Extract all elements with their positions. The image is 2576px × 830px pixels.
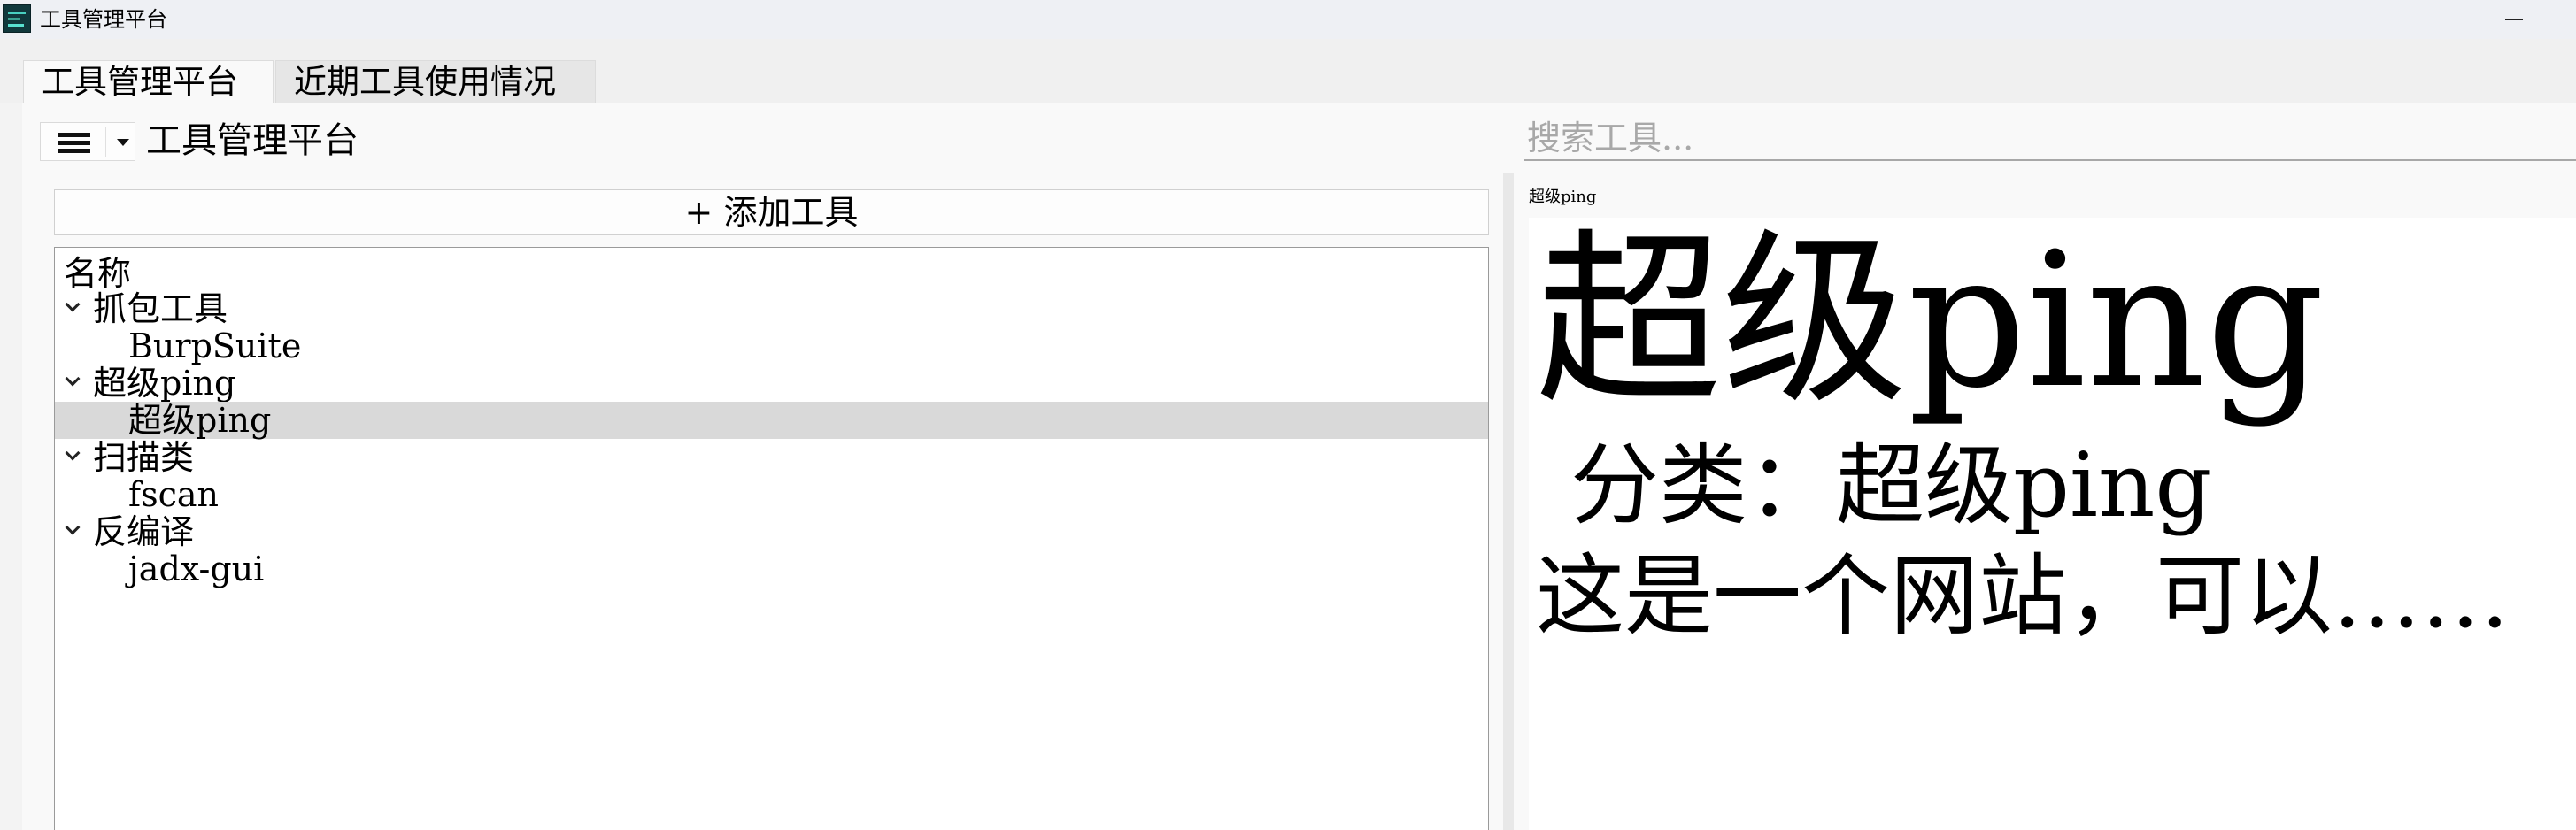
tab-tool-management[interactable]: 工具管理平台 [23,60,274,103]
detail-panel: 超级ping 分类：超级ping 这是一个网站，可以…… [1529,218,2576,830]
tree-item-label: fscan [128,475,219,514]
tree-group-row[interactable]: 超级ping [55,365,1488,402]
detail-description: 这是一个网站，可以…… [1536,544,2510,648]
detail-title: 超级ping [1536,218,2325,429]
detail-category: 分类：超级ping [1570,434,2212,537]
hamburger-icon [58,129,90,156]
tree-item-label: jadx-gui [128,549,265,588]
tree-item-row-selected[interactable]: 超级ping [55,402,1488,439]
tree-item-row[interactable]: fscan [55,476,1488,513]
tree-group-label: 超级ping [93,364,236,403]
tree-group-label: 反编译 [93,512,195,551]
tool-tree[interactable]: 名称 抓包工具 BurpSuite 超级ping 超级ping 扫描类 fsca… [54,247,1489,830]
chevron-down-icon[interactable] [65,371,81,387]
tree-group-row[interactable]: 抓包工具 [55,290,1488,327]
tree-group-label: 扫描类 [93,438,195,477]
tree-item-row[interactable]: jadx-gui [55,550,1488,588]
chevron-down-icon[interactable] [65,296,81,312]
add-tool-button[interactable]: + 添加工具 [54,189,1489,235]
tree-group-row[interactable]: 扫描类 [55,439,1488,476]
tree-item-label: 超级ping [128,401,272,440]
minimize-icon[interactable] [2479,0,2541,39]
chevron-down-icon[interactable] [65,445,81,461]
panel-splitter[interactable] [1503,173,1514,830]
app-icon [3,4,31,33]
tab-recent-usage[interactable]: 近期工具使用情况 [275,60,596,103]
panel-heading: 工具管理平台 [146,120,359,161]
tree-item-label: BurpSuite [128,327,302,365]
detail-caption: 超级ping [1529,188,1597,206]
tree-group-label: 抓包工具 [93,289,228,328]
tree-group-row[interactable]: 反编译 [55,513,1488,550]
tree-item-row[interactable]: BurpSuite [55,327,1488,365]
chevron-down-icon[interactable] [65,519,81,535]
title-bar: 工具管理平台 [0,0,2576,39]
window-title: 工具管理平台 [40,7,167,32]
search-input[interactable] [1524,117,2576,161]
menu-button[interactable] [40,122,135,161]
caret-down-icon[interactable] [117,139,129,146]
